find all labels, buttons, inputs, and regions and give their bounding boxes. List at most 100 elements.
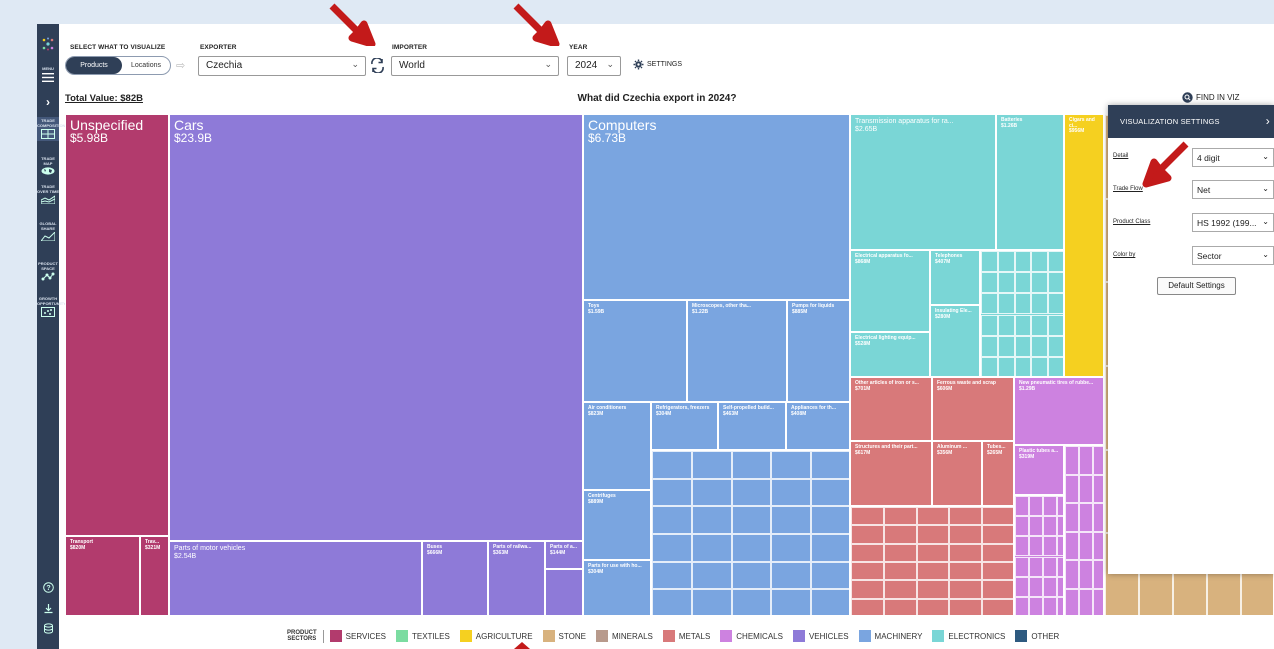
- small-tile[interactable]: [1048, 272, 1063, 294]
- small-tile[interactable]: [652, 478, 692, 507]
- small-tile[interactable]: [731, 589, 772, 615]
- small-tile[interactable]: [691, 534, 732, 562]
- small-tile[interactable]: [981, 251, 998, 273]
- small-tile[interactable]: [1029, 496, 1043, 517]
- small-tile[interactable]: [1079, 446, 1093, 475]
- legend-item-stone[interactable]: STONE: [542, 630, 586, 642]
- small-tile[interactable]: [949, 525, 983, 544]
- tile-appliances[interactable]: Appliances for th... $408M: [786, 402, 850, 450]
- tile-electronics-small[interactable]: [980, 250, 1064, 377]
- small-tile[interactable]: [771, 589, 812, 615]
- small-tile[interactable]: [883, 580, 917, 599]
- small-tile[interactable]: [997, 335, 1015, 357]
- small-tile[interactable]: [1048, 335, 1063, 357]
- legend-item-chemicals[interactable]: CHEMICALS: [720, 630, 783, 642]
- products-toggle-button[interactable]: Products: [66, 57, 122, 74]
- small-tile[interactable]: [851, 580, 884, 599]
- small-tile[interactable]: [949, 598, 983, 615]
- small-tile[interactable]: [851, 507, 884, 526]
- small-tile[interactable]: [1057, 496, 1063, 517]
- small-tile[interactable]: [1093, 474, 1103, 503]
- small-tile[interactable]: [691, 478, 732, 507]
- tile-chemicals-small[interactable]: [1064, 445, 1104, 616]
- small-tile[interactable]: [1029, 516, 1043, 537]
- small-tile[interactable]: [997, 251, 1015, 273]
- small-tile[interactable]: [1043, 496, 1057, 517]
- small-tile[interactable]: [1065, 588, 1079, 615]
- small-tile[interactable]: [1029, 596, 1043, 615]
- download-icon[interactable]: [37, 602, 59, 614]
- product-class-select[interactable]: HS 1992 (199... ⌄: [1192, 213, 1274, 232]
- small-tile[interactable]: [982, 580, 1013, 599]
- locations-toggle-button[interactable]: Locations: [122, 57, 170, 74]
- small-tile[interactable]: [1079, 560, 1093, 589]
- small-tile[interactable]: [652, 506, 692, 534]
- small-tile[interactable]: [982, 598, 1013, 615]
- small-tile[interactable]: [691, 561, 732, 590]
- small-tile[interactable]: [949, 507, 983, 526]
- tile-structures[interactable]: Structures and their part... $617M: [850, 441, 932, 506]
- small-tile[interactable]: [731, 561, 772, 590]
- small-tile[interactable]: [851, 543, 884, 562]
- small-tile[interactable]: [1043, 536, 1057, 557]
- small-tile[interactable]: [652, 589, 692, 615]
- nav-trade-composition[interactable]: TRADE COMPOSITION: [37, 117, 65, 141]
- small-tile[interactable]: [652, 534, 692, 562]
- tile-iron-articles[interactable]: Other articles of iron or s... $701M: [850, 377, 932, 441]
- small-tile[interactable]: [1057, 516, 1063, 537]
- small-tile[interactable]: [1057, 556, 1063, 577]
- small-tile[interactable]: [1014, 335, 1032, 357]
- small-tile[interactable]: [1015, 516, 1029, 537]
- small-tile[interactable]: [1029, 556, 1043, 577]
- small-tile[interactable]: [731, 506, 772, 534]
- legend-item-other[interactable]: OTHER: [1015, 630, 1059, 642]
- small-tile[interactable]: [1014, 272, 1032, 294]
- tile-parts-motor-vehicles[interactable]: Parts of motor vehicles $2.54B: [169, 541, 422, 616]
- small-tile[interactable]: [1093, 560, 1103, 589]
- tile-toys[interactable]: Toys $1.59B: [583, 300, 687, 402]
- small-tile[interactable]: [811, 561, 849, 590]
- small-tile[interactable]: [1093, 446, 1103, 475]
- small-tile[interactable]: [652, 561, 692, 590]
- small-tile[interactable]: [731, 534, 772, 562]
- small-tile[interactable]: [916, 525, 950, 544]
- small-tile[interactable]: [811, 478, 849, 507]
- small-tile[interactable]: [1048, 356, 1063, 376]
- small-tile[interactable]: [851, 598, 884, 615]
- legend-item-metals[interactable]: METALS: [662, 630, 710, 642]
- nav-trade-map[interactable]: TRADE MAP: [37, 156, 59, 175]
- small-tile[interactable]: [916, 543, 950, 562]
- tile-electrical-apparatus[interactable]: Electrical apparatus fo... $868M: [850, 250, 930, 332]
- expand-chevron-icon[interactable]: ›: [37, 96, 59, 108]
- tile-ferrous-waste[interactable]: Ferrous waste and scrap $606M: [932, 377, 1014, 441]
- tile-tubes[interactable]: Tubes... $265M: [982, 441, 1014, 506]
- small-tile[interactable]: [982, 562, 1013, 581]
- small-tile[interactable]: [1079, 474, 1093, 503]
- small-tile[interactable]: [916, 580, 950, 599]
- small-tile[interactable]: [1014, 251, 1032, 273]
- small-tile[interactable]: [691, 506, 732, 534]
- menu-button[interactable]: MENU: [37, 66, 59, 82]
- find-in-viz-button[interactable]: FIND IN VIZ: [1182, 92, 1240, 103]
- tile-pumps[interactable]: Pumps for liquids $885M: [787, 300, 850, 402]
- small-tile[interactable]: [1015, 536, 1029, 557]
- tile-chemicals-other[interactable]: [1014, 495, 1064, 616]
- tile-transport[interactable]: Transport $820M: [65, 536, 140, 616]
- small-tile[interactable]: [883, 562, 917, 581]
- small-tile[interactable]: [1031, 293, 1049, 315]
- small-tile[interactable]: [811, 589, 849, 615]
- small-tile[interactable]: [851, 525, 884, 544]
- small-tile[interactable]: [851, 562, 884, 581]
- trade-flow-select[interactable]: Net ⌄: [1192, 180, 1274, 199]
- small-tile[interactable]: [982, 525, 1013, 544]
- small-tile[interactable]: [949, 543, 983, 562]
- tile-insulating[interactable]: Insulating Ele... $280M: [930, 305, 980, 377]
- small-tile[interactable]: [1031, 272, 1049, 294]
- small-tile[interactable]: [1014, 356, 1032, 376]
- tile-centrifuges[interactable]: Centrifuges $889M: [583, 490, 651, 560]
- small-tile[interactable]: [883, 507, 917, 526]
- nav-trade-over-time[interactable]: TRADE OVER TIME: [37, 184, 59, 204]
- small-tile[interactable]: [1014, 314, 1032, 336]
- tile-cigars[interactable]: Cigars and ci... $956M: [1064, 114, 1104, 377]
- small-tile[interactable]: [1015, 556, 1029, 577]
